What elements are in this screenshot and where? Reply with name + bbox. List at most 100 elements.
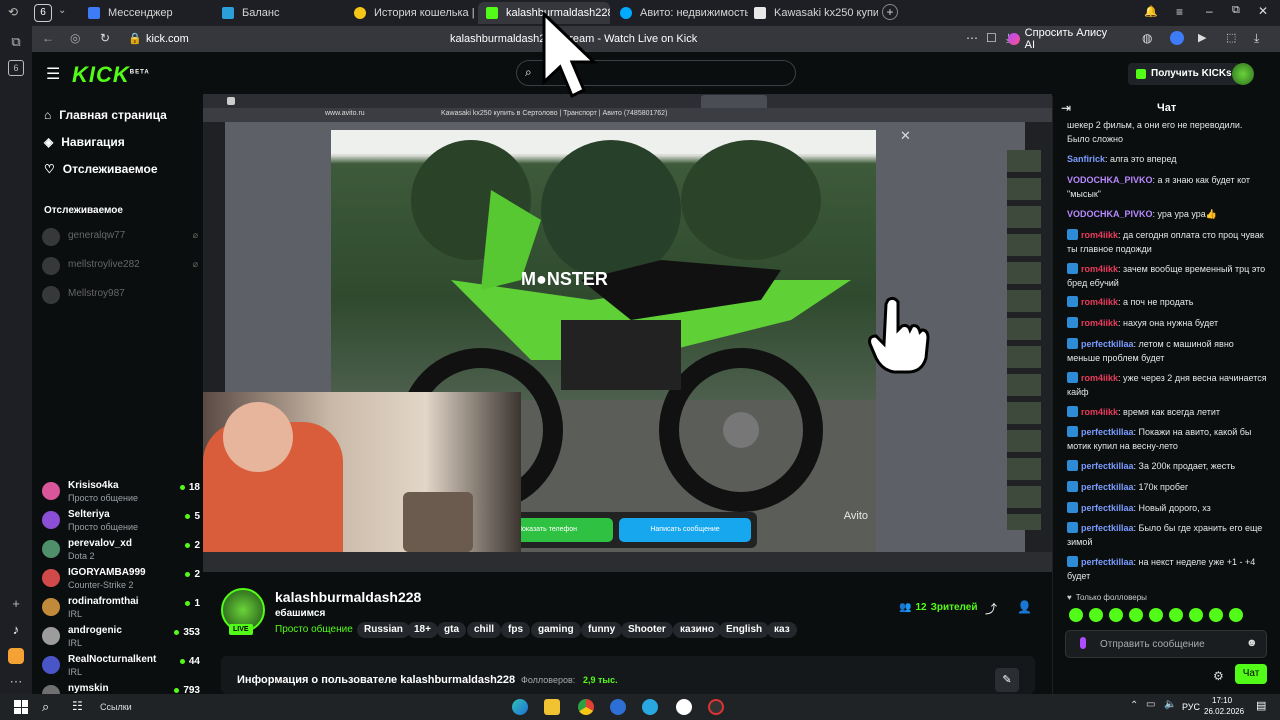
tag[interactable]: казино (673, 622, 721, 638)
tab-kawasaki[interactable]: Kawasaki kx250 купить в (746, 2, 878, 24)
tab-balance[interactable]: Баланс (214, 2, 342, 24)
chat-settings-icon[interactable]: ⚙ (1213, 669, 1224, 683)
emote-icon[interactable] (1069, 608, 1083, 622)
emote-icon[interactable] (1089, 608, 1103, 622)
collections-icon[interactable]: ⧉ (8, 34, 24, 50)
kick-logo[interactable]: KICKBETA (72, 62, 150, 88)
tag[interactable]: funny (581, 622, 623, 638)
emoji-icon[interactable]: ☻ (1246, 637, 1258, 649)
tab-count-badge[interactable]: 6 (8, 60, 24, 76)
globe-icon[interactable]: ◍ (1142, 31, 1152, 45)
screenshot-icon[interactable]: ⬚ (1226, 31, 1236, 44)
media-icon[interactable]: ▶ (1198, 31, 1206, 44)
chat-username[interactable]: perfectkillaa (1081, 339, 1134, 349)
start-icon[interactable] (14, 700, 28, 714)
task-view-icon[interactable]: ☷ (72, 699, 83, 713)
tag[interactable]: chill (467, 622, 502, 638)
chat-username[interactable]: Sanfirick (1067, 154, 1105, 164)
notification-icon[interactable]: ▤ (1256, 699, 1266, 712)
follow-user-icon[interactable]: 👤 (1017, 600, 1032, 614)
emote-icon[interactable] (1229, 608, 1243, 622)
app-icon[interactable] (610, 699, 626, 715)
collapse-chat-icon[interactable]: ⇥ (1061, 101, 1071, 115)
bell-icon[interactable]: 🔔 (1144, 5, 1158, 18)
new-tab-icon[interactable]: + (882, 4, 898, 20)
chat-username[interactable]: rom4iikk (1081, 264, 1118, 274)
tag[interactable]: Shooter (621, 622, 673, 638)
emote-icon[interactable] (1169, 608, 1183, 622)
followed-channel-live[interactable]: Krisiso4ka Просто общение 18 (42, 478, 200, 506)
chat-username[interactable]: VODOCHKA_PIVKO (1067, 209, 1153, 219)
reload-icon[interactable]: ↻ (100, 31, 110, 45)
nav-home[interactable]: ⌂ Главная страница (44, 108, 167, 122)
followed-channel-live[interactable]: androgenic IRL 353 (42, 623, 200, 651)
tab-avito[interactable]: Авито: недвижимость, тр (612, 2, 748, 24)
telegram-icon[interactable] (642, 699, 658, 715)
yandex-browser-icon[interactable] (676, 699, 692, 715)
language-indicator[interactable]: РУС (1182, 702, 1200, 712)
tab-wallet-history[interactable]: История кошелька | Drag (346, 2, 474, 24)
edge-icon[interactable] (512, 699, 528, 715)
chrome-icon[interactable] (578, 699, 594, 715)
followed-channel-offline[interactable]: mellstroylive282 ⌀ (42, 253, 200, 281)
tag[interactable]: 18+ (407, 622, 438, 638)
emote-icon[interactable] (1129, 608, 1143, 622)
chat-username[interactable]: perfectkillaa (1081, 482, 1134, 492)
nav-browse[interactable]: ◈ Навигация (44, 135, 125, 149)
followed-channel-live[interactable]: Selteriya Просто общение 5 (42, 507, 200, 535)
mic-icon[interactable] (1080, 637, 1086, 649)
history-icon[interactable]: ⟲ (8, 5, 24, 21)
extension-icon[interactable] (1170, 31, 1184, 45)
chat-username[interactable]: perfectkillaa (1081, 461, 1134, 471)
chat-username[interactable]: VODOCHKA_PIVKO (1067, 175, 1153, 185)
bookmark-icon[interactable]: ☐ (986, 31, 997, 45)
app-icon[interactable] (8, 648, 24, 664)
search-icon[interactable]: ⌕ (42, 699, 49, 715)
nav-following[interactable]: ♡ Отслеживаемое (44, 162, 158, 176)
game-icon[interactable] (708, 699, 724, 715)
sync-icon[interactable]: ◎ (70, 31, 80, 45)
maximize-icon[interactable]: ⧉ (1232, 4, 1240, 17)
site-info-icon[interactable]: 🔒 (128, 32, 142, 45)
channel-name[interactable]: kalashburmaldash228 (275, 589, 421, 605)
close-window-icon[interactable]: ✕ (1258, 4, 1268, 18)
chat-username[interactable]: rom4iikk (1081, 297, 1118, 307)
clock-time[interactable]: 17:10 (1212, 696, 1232, 705)
hamburger-menu-icon[interactable]: ☰ (46, 64, 60, 84)
chat-send-button[interactable]: Чат (1235, 664, 1267, 684)
emote-icon[interactable] (1109, 608, 1123, 622)
tiktok-icon[interactable]: ♪ (8, 622, 24, 638)
taskbar-links-label[interactable]: Ссылки (100, 702, 132, 712)
tag[interactable]: gta (437, 622, 466, 638)
add-panel-icon[interactable]: + (8, 596, 24, 612)
chat-input[interactable]: Отправить сообщение ☻ (1065, 630, 1267, 658)
alice-button[interactable]: Спросить Алису AI (1008, 27, 1118, 51)
minimize-icon[interactable]: – (1206, 4, 1213, 18)
chat-username[interactable]: perfectkillaa (1081, 557, 1134, 567)
followed-channel-live[interactable]: RealNocturnalkent IRL 44 (42, 652, 200, 680)
chat-username[interactable]: perfectkillaa (1081, 523, 1134, 533)
more-icon[interactable]: ⋯ (8, 674, 24, 690)
followed-channel-live[interactable]: nymskin 793 (42, 681, 200, 694)
tab-counter[interactable]: 6 (34, 4, 52, 22)
more-options-icon[interactable]: ⋯ (966, 31, 978, 45)
followed-channel-live[interactable]: IGORYAMBA999 Counter-Strike 2 2 (42, 565, 200, 593)
followed-channel-offline[interactable]: Mellstroy987 (42, 282, 200, 310)
menu-icon[interactable]: ≡ (1176, 5, 1183, 19)
followed-channel-offline[interactable]: generalqw77 ⌀ (42, 224, 200, 252)
emote-icon[interactable] (1209, 608, 1223, 622)
url-text[interactable]: kick.com (146, 33, 189, 45)
followed-channel-live[interactable]: rodinafromthai IRL 1 (42, 594, 200, 622)
chat-username[interactable]: rom4iikk (1081, 373, 1118, 383)
get-kicks-button[interactable]: Получить KICKs (1128, 63, 1240, 85)
tag[interactable]: Russian (357, 622, 410, 638)
volume-icon[interactable]: 🔈 (1164, 699, 1176, 710)
user-avatar[interactable] (1232, 63, 1254, 85)
stream-category[interactable]: Просто общение (275, 624, 353, 635)
chat-username[interactable]: rom4iikk (1081, 318, 1118, 328)
downloads-icon[interactable]: ⤓ (1254, 31, 1259, 46)
network-icon[interactable]: ▭ (1146, 699, 1155, 710)
explorer-icon[interactable] (544, 699, 560, 715)
tag[interactable]: English (719, 622, 770, 638)
tag[interactable]: fps (501, 622, 530, 638)
